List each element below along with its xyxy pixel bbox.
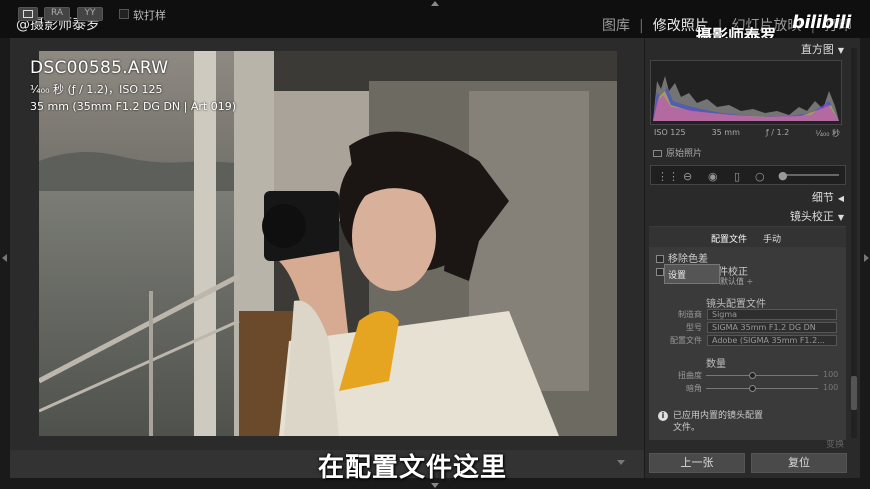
spot-removal-icon[interactable]: ⊖ xyxy=(683,170,692,183)
toolbar-menu-arrow-icon[interactable] xyxy=(617,460,625,465)
lens-correction-title: 镜头校正 xyxy=(789,210,834,223)
module-library[interactable]: 图库 xyxy=(602,15,630,35)
tool-strip: ⋮⋮ ⊖ ◉ ▯ ○ ● xyxy=(650,165,846,185)
info-filename: DSC00585.ARW xyxy=(30,58,169,78)
hist-iso: ISO 125 xyxy=(654,128,686,137)
collapse-bottom-arrow-icon[interactable] xyxy=(431,483,439,488)
before-after-split-button[interactable]: YY xyxy=(77,7,103,21)
graduated-filter-icon[interactable]: ▯ xyxy=(734,170,740,183)
crop-overlay-icon[interactable]: ⋮⋮ xyxy=(657,170,679,183)
model-select[interactable]: SIGMA 35mm F1.2 DG DN xyxy=(707,322,837,333)
profile-note: i 已应用内置的镜头配置 文件。 xyxy=(658,410,763,434)
histogram-graph[interactable] xyxy=(650,60,842,125)
collapse-triangle-icon: ▼ xyxy=(837,46,844,55)
lens-profile-section: 镜头配置文件 xyxy=(706,299,766,310)
detail-title: 细节 xyxy=(811,191,834,204)
video-subtitle: 在配置文件这里 xyxy=(318,453,508,483)
note-line-1: 已应用内置的镜头配置 xyxy=(673,411,764,421)
hist-aperture: ƒ / 1.2 xyxy=(765,128,790,137)
original-photo-toggle[interactable]: 原始照片 xyxy=(653,146,702,159)
collapse-top-arrow-icon[interactable] xyxy=(431,1,439,6)
distortion-slider-knob[interactable] xyxy=(749,372,756,379)
before-after-button[interactable]: RA xyxy=(44,7,70,21)
collapse-right-arrow-icon[interactable] xyxy=(864,254,869,262)
hist-shutter: ¹⁄₄₀₀ 秒 xyxy=(815,129,840,138)
tab-manual[interactable]: 手动 xyxy=(763,232,781,245)
transform-header[interactable]: 变换 xyxy=(645,440,848,450)
vignetting-slider-knob[interactable] xyxy=(749,385,756,392)
info-icon: i xyxy=(658,411,668,421)
original-photo-label: 原始照片 xyxy=(666,149,703,159)
model-label: 型号 xyxy=(686,323,702,332)
panel-scrollbar-thumb[interactable] xyxy=(851,376,857,410)
radial-filter-icon[interactable]: ○ xyxy=(755,170,765,183)
distortion-value[interactable]: 100 xyxy=(823,370,838,379)
histogram-exif: ISO 125 35 mm ƒ / 1.2 ¹⁄₄₀₀ 秒 xyxy=(654,128,840,139)
softproof-label: 软打样 xyxy=(133,9,166,22)
vignetting-value[interactable]: 100 xyxy=(823,383,838,392)
distortion-slider[interactable] xyxy=(706,375,818,376)
lens-correction-header[interactable]: 镜头校正 ▼ xyxy=(645,209,848,225)
lens-correction-tabs: 配置文件 手动 xyxy=(649,227,846,247)
make-label: 制造商 xyxy=(678,310,702,319)
distortion-slider-row: 扭曲度 100 xyxy=(660,370,840,381)
profile-row: 配置文件 Adobe (SIGMA 35mm F1.2... xyxy=(660,335,840,346)
note-line-2: 文件。 xyxy=(673,423,701,433)
image-info-overlay: DSC00585.ARW ¹⁄₄₀₀ 秒 (ƒ / 1.2)，ISO 125 3… xyxy=(30,58,236,113)
previous-button[interactable]: 上一张 xyxy=(649,453,745,473)
detail-header[interactable]: 细节 ◀ xyxy=(645,190,848,206)
red-eye-icon[interactable]: ◉ xyxy=(708,170,718,183)
profile-select[interactable]: Adobe (SIGMA 35mm F1.2... xyxy=(707,335,837,346)
reset-button[interactable]: 复位 xyxy=(751,453,847,473)
histogram-curve xyxy=(653,76,839,121)
vignetting-slider[interactable] xyxy=(706,388,818,389)
expand-triangle-icon: ◀ xyxy=(837,194,844,203)
vignetting-label: 暗角 xyxy=(686,384,702,393)
softproof-checkbox[interactable] xyxy=(119,9,129,19)
vignetting-slider-row: 暗角 100 xyxy=(660,383,840,394)
setup-popup[interactable]: 设置 xyxy=(664,264,720,284)
info-exposure: ¹⁄₄₀₀ 秒 (ƒ / 1.2)，ISO 125 xyxy=(30,83,163,96)
histogram-header[interactable]: 直方图 ▼ xyxy=(645,42,848,58)
info-lens: 35 mm (35mm F1.2 DG DN | Art 019) xyxy=(30,100,236,113)
setup-value[interactable]: 默认值 ÷ xyxy=(720,276,753,287)
collapse-triangle-icon: ▼ xyxy=(837,213,844,222)
make-row: 制造商 Sigma xyxy=(660,309,840,320)
amount-section: 数量 xyxy=(706,359,726,370)
hist-focal: 35 mm xyxy=(711,128,740,137)
profile-label: 配置文件 xyxy=(670,336,702,345)
enable-profile-checkbox[interactable] xyxy=(656,268,664,276)
loupe-view-button[interactable] xyxy=(18,7,38,21)
original-photo-icon xyxy=(653,150,662,157)
remove-ca-checkbox[interactable] xyxy=(656,255,664,263)
bilibili-logo: bilibili xyxy=(792,12,851,33)
collapse-left-arrow-icon[interactable] xyxy=(2,254,7,262)
brush-slider-track[interactable] xyxy=(779,174,839,176)
tab-profile[interactable]: 配置文件 xyxy=(711,232,747,245)
histogram-title: 直方图 xyxy=(800,43,834,56)
transform-title: 变换 xyxy=(825,440,844,450)
loupe-icon xyxy=(23,10,33,18)
module-separator: | xyxy=(639,18,644,34)
make-select[interactable]: Sigma xyxy=(707,309,837,320)
model-row: 型号 SIGMA 35mm F1.2 DG DN xyxy=(660,322,840,333)
adjustment-brush-icon[interactable]: ● xyxy=(778,169,788,182)
distortion-label: 扭曲度 xyxy=(678,371,702,380)
